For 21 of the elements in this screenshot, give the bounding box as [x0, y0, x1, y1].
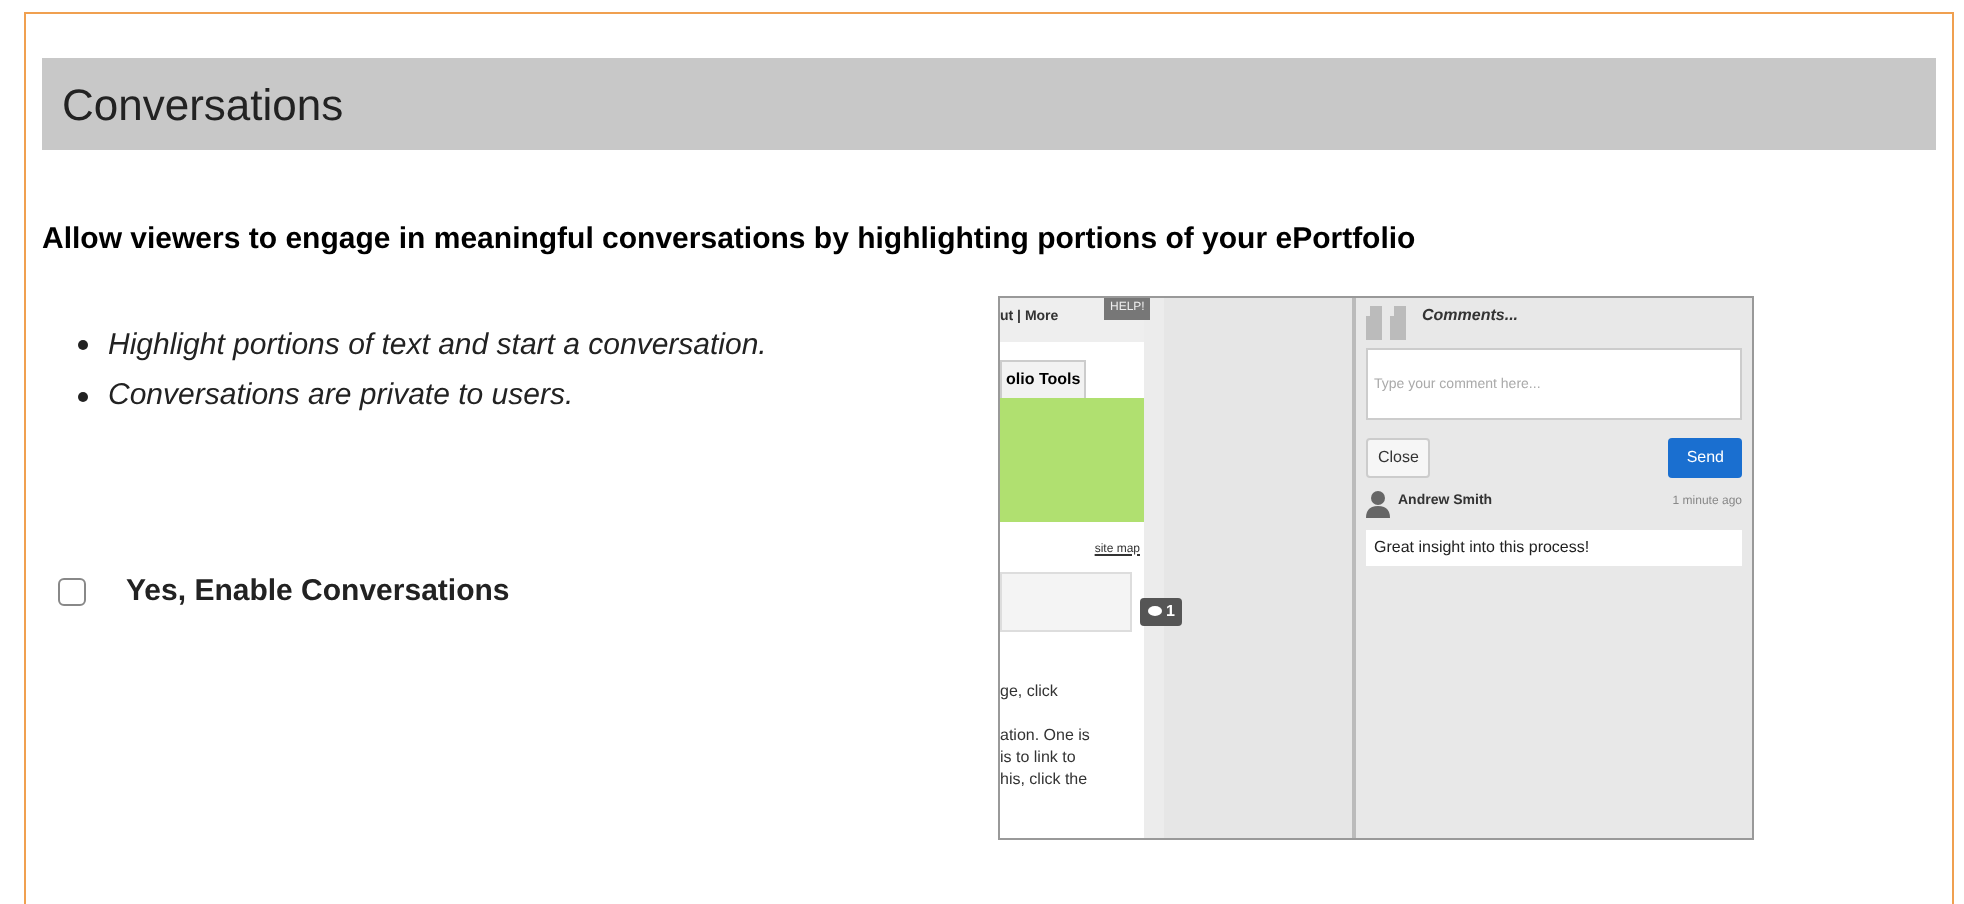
banner-image	[1000, 397, 1144, 521]
bullet-icon	[78, 391, 88, 402]
close-button[interactable]: Close	[1366, 437, 1431, 477]
comment-count-badge[interactable]: 1	[1140, 597, 1183, 625]
enable-checkbox[interactable]	[58, 577, 86, 606]
page-text-line: is to link to	[1000, 745, 1078, 767]
checkbox-label: Yes, Enable Conversations	[126, 571, 510, 611]
tools-tab[interactable]: olio Tools	[1000, 359, 1087, 397]
user-avatar-icon	[1366, 489, 1390, 517]
comments-title: Comments...	[1422, 303, 1519, 327]
page-text-line: ge, click	[1000, 679, 1060, 701]
page-text-line: ation. One is	[1000, 723, 1092, 745]
description: Allow viewers to engage in meaningful conversations by highlighting portions of your ePortfolio	[42, 220, 1418, 260]
quote-icon	[1366, 303, 1410, 339]
section-title: Conversations	[62, 77, 344, 133]
bullet-text: Highlight portions of text and start a conversation.	[108, 325, 767, 365]
send-button[interactable]: Send	[1668, 437, 1742, 477]
bullet-text: Conversations are private to users.	[108, 376, 574, 416]
page-text-line: his, click the	[1000, 767, 1090, 789]
comment-text: Great insight into this process!	[1366, 529, 1742, 565]
bullet-icon	[78, 340, 88, 351]
